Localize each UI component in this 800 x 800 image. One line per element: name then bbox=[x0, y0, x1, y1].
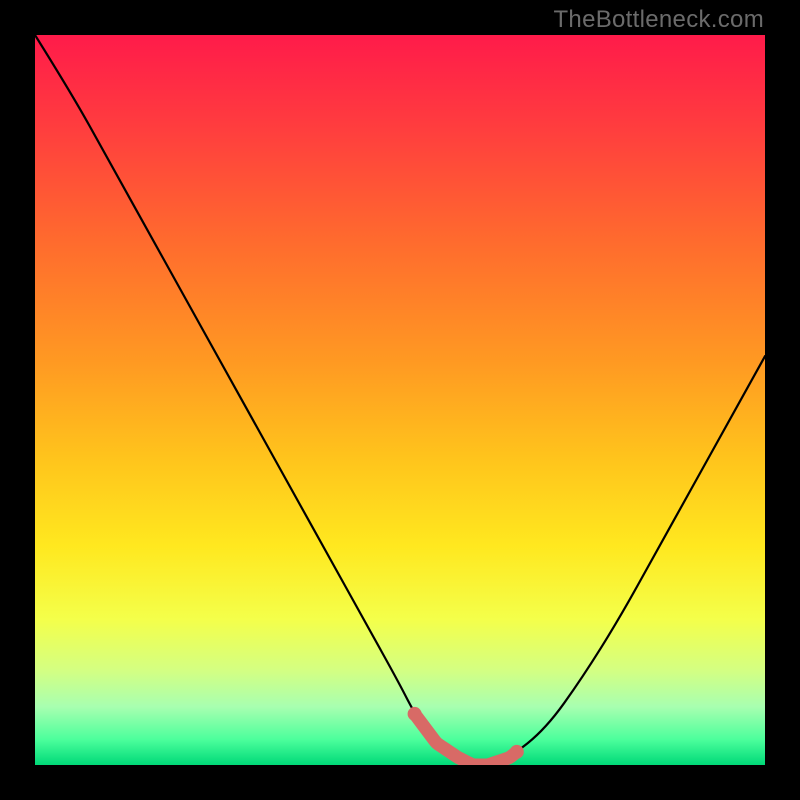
curve-layer bbox=[35, 35, 765, 765]
plot-area bbox=[35, 35, 765, 765]
chart-frame: TheBottleneck.com bbox=[0, 0, 800, 800]
watermark-text: TheBottleneck.com bbox=[553, 6, 764, 34]
highlight-start-dot bbox=[408, 707, 422, 721]
bottleneck-curve bbox=[35, 35, 765, 765]
highlight-end-dot bbox=[510, 745, 524, 759]
highlight-segment bbox=[415, 714, 517, 765]
